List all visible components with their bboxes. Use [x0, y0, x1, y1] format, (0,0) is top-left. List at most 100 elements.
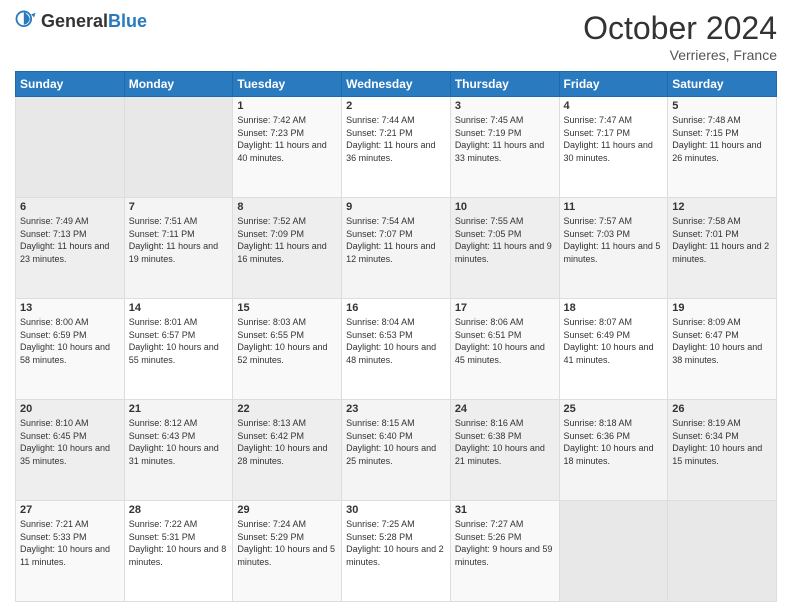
table-cell: 27Sunrise: 7:21 AMSunset: 5:33 PMDayligh… [16, 501, 125, 602]
day-number: 20 [20, 403, 120, 415]
table-cell: 28 Sunrise: 7:22 AMSunset: 5:31 PMDayligh… [124, 501, 233, 602]
col-saturday: Saturday [668, 72, 777, 97]
logo-icon [15, 10, 37, 32]
day-info: Sunrise: 8:03 AMSunset: 6:55 PMDaylight:… [237, 316, 337, 366]
day-number: 7 [129, 201, 229, 213]
day-number: 16 [346, 302, 446, 314]
day-info: Sunrise: 7:24 AMSunset: 5:29 PMDaylight:… [237, 518, 337, 568]
day-number: 4 [564, 100, 664, 112]
day-info: Sunrise: 8:09 AMSunset: 6:47 PMDaylight:… [672, 316, 772, 366]
col-monday: Monday [124, 72, 233, 97]
day-number: 13 [20, 302, 120, 314]
day-info: Sunrise: 8:01 AMSunset: 6:57 PMDaylight:… [129, 316, 229, 366]
col-wednesday: Wednesday [342, 72, 451, 97]
day-number: 8 [237, 201, 337, 213]
day-number: 22 [237, 403, 337, 415]
logo-blue: Blue [108, 11, 147, 31]
calendar-row-3: 13Sunrise: 8:00 AMSunset: 6:59 PMDayligh… [16, 299, 777, 400]
col-thursday: Thursday [450, 72, 559, 97]
table-cell: 15Sunrise: 8:03 AMSunset: 6:55 PMDayligh… [233, 299, 342, 400]
col-friday: Friday [559, 72, 668, 97]
day-number: 24 [455, 403, 555, 415]
table-cell: 19 Sunrise: 8:09 AMSunset: 6:47 PMDayligh… [668, 299, 777, 400]
table-cell: 8 Sunrise: 7:52 AMSunset: 7:09 PMDaylight… [233, 198, 342, 299]
day-number: 21 [129, 403, 229, 415]
table-cell: 21 Sunrise: 8:12 AMSunset: 6:43 PMDayligh… [124, 400, 233, 501]
day-info: Sunrise: 7:47 AMSunset: 7:17 PMDaylight:… [564, 114, 664, 164]
table-cell: 30 Sunrise: 7:25 AMSunset: 5:28 PMDayligh… [342, 501, 451, 602]
col-tuesday: Tuesday [233, 72, 342, 97]
calendar-row-4: 20 Sunrise: 8:10 AMSunset: 6:45 PMDayligh… [16, 400, 777, 501]
table-cell: 25 Sunrise: 8:18 AMSunset: 6:36 PMDayligh… [559, 400, 668, 501]
day-info: Sunrise: 8:12 AMSunset: 6:43 PMDaylight:… [129, 417, 229, 467]
day-number: 29 [237, 504, 337, 516]
day-number: 1 [237, 100, 337, 112]
day-number: 12 [672, 201, 772, 213]
day-info: Sunrise: 7:42 AMSunset: 7:23 PMDaylight:… [237, 114, 337, 164]
table-cell [16, 97, 125, 198]
table-cell: 23 Sunrise: 8:15 AMSunset: 6:40 PMDayligh… [342, 400, 451, 501]
day-info: Sunrise: 7:57 AMSunset: 7:03 PMDaylight:… [564, 215, 664, 265]
day-number: 28 [129, 504, 229, 516]
table-cell: 1 Sunrise: 7:42 AMSunset: 7:23 PMDaylight… [233, 97, 342, 198]
table-cell [559, 501, 668, 602]
day-number: 11 [564, 201, 664, 213]
day-number: 25 [564, 403, 664, 415]
day-number: 6 [20, 201, 120, 213]
table-cell: 5Sunrise: 7:48 AMSunset: 7:15 PMDaylight… [668, 97, 777, 198]
day-info: Sunrise: 8:15 AMSunset: 6:40 PMDaylight:… [346, 417, 446, 467]
table-cell: 14 Sunrise: 8:01 AMSunset: 6:57 PMDayligh… [124, 299, 233, 400]
day-info: Sunrise: 7:21 AMSunset: 5:33 PMDaylight:… [20, 518, 120, 568]
day-info: Sunrise: 7:22 AMSunset: 5:31 PMDaylight:… [129, 518, 229, 568]
day-info: Sunrise: 7:25 AMSunset: 5:28 PMDaylight:… [346, 518, 446, 568]
table-cell: 16 Sunrise: 8:04 AMSunset: 6:53 PMDayligh… [342, 299, 451, 400]
day-number: 3 [455, 100, 555, 112]
logo: GeneralBlue [15, 10, 147, 32]
table-cell: 13Sunrise: 8:00 AMSunset: 6:59 PMDayligh… [16, 299, 125, 400]
calendar-table: Sunday Monday Tuesday Wednesday Thursday… [15, 71, 777, 602]
table-cell: 10 Sunrise: 7:55 AMSunset: 7:05 PMDayligh… [450, 198, 559, 299]
day-number: 10 [455, 201, 555, 213]
title-area: October 2024 Verrieres, France [583, 10, 777, 63]
day-info: Sunrise: 7:54 AMSunset: 7:07 PMDaylight:… [346, 215, 446, 265]
day-info: Sunrise: 8:04 AMSunset: 6:53 PMDaylight:… [346, 316, 446, 366]
day-number: 14 [129, 302, 229, 314]
day-info: Sunrise: 7:27 AMSunset: 5:26 PMDaylight:… [455, 518, 555, 568]
table-cell: 18 Sunrise: 8:07 AMSunset: 6:49 PMDayligh… [559, 299, 668, 400]
table-cell: 24Sunrise: 8:16 AMSunset: 6:38 PMDayligh… [450, 400, 559, 501]
day-number: 26 [672, 403, 772, 415]
day-info: Sunrise: 8:10 AMSunset: 6:45 PMDaylight:… [20, 417, 120, 467]
table-cell: 2Sunrise: 7:44 AMSunset: 7:21 PMDaylight… [342, 97, 451, 198]
day-info: Sunrise: 7:49 AMSunset: 7:13 PMDaylight:… [20, 215, 120, 265]
table-cell: 29 Sunrise: 7:24 AMSunset: 5:29 PMDayligh… [233, 501, 342, 602]
location-title: Verrieres, France [583, 47, 777, 63]
calendar-header-row: Sunday Monday Tuesday Wednesday Thursday… [16, 72, 777, 97]
day-number: 23 [346, 403, 446, 415]
table-cell: 17 Sunrise: 8:06 AMSunset: 6:51 PMDayligh… [450, 299, 559, 400]
day-info: Sunrise: 7:58 AMSunset: 7:01 PMDaylight:… [672, 215, 772, 265]
table-cell: 11 Sunrise: 7:57 AMSunset: 7:03 PMDayligh… [559, 198, 668, 299]
day-info: Sunrise: 8:07 AMSunset: 6:49 PMDaylight:… [564, 316, 664, 366]
day-number: 30 [346, 504, 446, 516]
day-info: Sunrise: 7:52 AMSunset: 7:09 PMDaylight:… [237, 215, 337, 265]
table-cell: 4 Sunrise: 7:47 AMSunset: 7:17 PMDaylight… [559, 97, 668, 198]
day-number: 19 [672, 302, 772, 314]
table-cell: 31 Sunrise: 7:27 AMSunset: 5:26 PMDayligh… [450, 501, 559, 602]
day-number: 31 [455, 504, 555, 516]
table-cell: 9Sunrise: 7:54 AMSunset: 7:07 PMDaylight… [342, 198, 451, 299]
table-cell: 3 Sunrise: 7:45 AMSunset: 7:19 PMDaylight… [450, 97, 559, 198]
day-info: Sunrise: 8:18 AMSunset: 6:36 PMDaylight:… [564, 417, 664, 467]
day-number: 18 [564, 302, 664, 314]
day-info: Sunrise: 7:45 AMSunset: 7:19 PMDaylight:… [455, 114, 555, 164]
day-info: Sunrise: 7:48 AMSunset: 7:15 PMDaylight:… [672, 114, 772, 164]
table-cell: 26Sunrise: 8:19 AMSunset: 6:34 PMDayligh… [668, 400, 777, 501]
day-number: 2 [346, 100, 446, 112]
logo-text: GeneralBlue [41, 11, 147, 32]
calendar-row-5: 27Sunrise: 7:21 AMSunset: 5:33 PMDayligh… [16, 501, 777, 602]
day-info: Sunrise: 7:55 AMSunset: 7:05 PMDaylight:… [455, 215, 555, 265]
day-number: 17 [455, 302, 555, 314]
table-cell: 7Sunrise: 7:51 AMSunset: 7:11 PMDaylight… [124, 198, 233, 299]
calendar-row-2: 6 Sunrise: 7:49 AMSunset: 7:13 PMDaylight… [16, 198, 777, 299]
day-info: Sunrise: 8:06 AMSunset: 6:51 PMDaylight:… [455, 316, 555, 366]
table-cell: 12 Sunrise: 7:58 AMSunset: 7:01 PMDayligh… [668, 198, 777, 299]
